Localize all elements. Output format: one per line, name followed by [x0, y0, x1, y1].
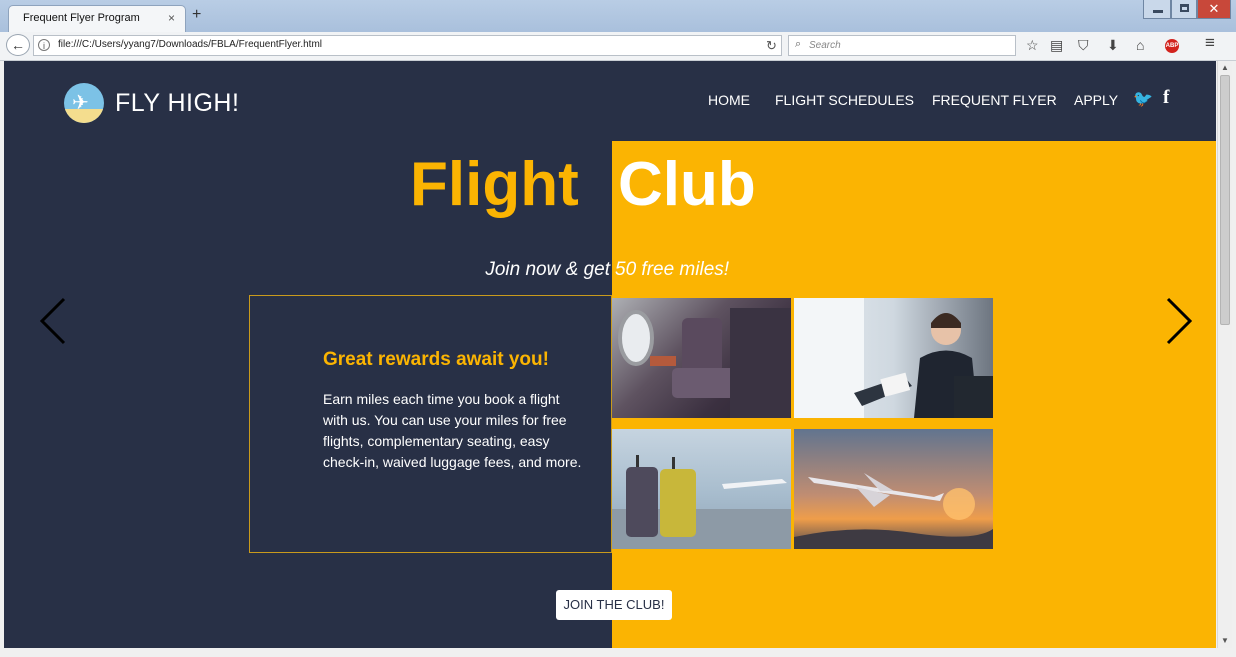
- carousel-next-button[interactable]: [1152, 293, 1204, 349]
- search-placeholder: Search: [809, 40, 841, 51]
- page-viewport: ✈ FLY HIGH! HOME FLIGHT SCHEDULES FREQUE…: [4, 61, 1216, 648]
- maximize-icon: [1180, 4, 1189, 12]
- hero-subtitle-left: Join now & get: [485, 259, 610, 280]
- home-icon[interactable]: ⌂: [1136, 37, 1144, 53]
- facebook-icon[interactable]: f: [1163, 87, 1169, 109]
- nav-apply[interactable]: APPLY: [1074, 92, 1118, 108]
- logo-icon[interactable]: ✈: [64, 83, 104, 123]
- reload-icon[interactable]: ↻: [766, 38, 777, 54]
- pocket-icon[interactable]: ⛉: [1078, 37, 1089, 53]
- reading-list-icon[interactable]: ▤: [1050, 37, 1063, 53]
- address-bar[interactable]: i file:///C:/Users/yyang7/Downloads/FBLA…: [33, 35, 782, 56]
- tab-close-icon[interactable]: ×: [168, 11, 175, 25]
- rewards-heading: Great rewards await you!: [323, 349, 549, 370]
- chevron-right-icon: [1166, 297, 1193, 345]
- rewards-info-box: Great rewards await you! Earn miles each…: [249, 295, 612, 553]
- adblock-icon[interactable]: ABP: [1165, 39, 1179, 53]
- url-text[interactable]: file:///C:/Users/yyang7/Downloads/FBLA/F…: [58, 39, 322, 50]
- join-club-button[interactable]: JOIN THE CLUB!: [556, 590, 672, 620]
- rewards-description: Earn miles each time you book a flight w…: [323, 391, 582, 470]
- page-scrollbar[interactable]: ▲ ▼: [1217, 61, 1232, 648]
- carousel-prev-button[interactable]: [28, 293, 80, 349]
- brand-name[interactable]: FLY HIGH!: [115, 89, 239, 118]
- scroll-up-icon[interactable]: ▲: [1221, 63, 1229, 72]
- scrollbar-thumb[interactable]: [1220, 75, 1230, 325]
- hero-subtitle-right: 50 free miles!: [615, 259, 730, 280]
- bookmark-star-icon[interactable]: ☆: [1026, 37, 1039, 53]
- twitter-icon[interactable]: 🐦: [1133, 89, 1153, 109]
- scroll-down-icon[interactable]: ▼: [1221, 636, 1229, 645]
- window-maximize-button[interactable]: [1171, 0, 1197, 19]
- photo-plane-sunset: [794, 429, 993, 549]
- site-info-icon[interactable]: i: [38, 39, 50, 51]
- window-minimize-button[interactable]: [1143, 0, 1171, 19]
- browser-navbar: ← i file:///C:/Users/yyang7/Downloads/FB…: [0, 32, 1236, 61]
- photo-flight-attendant: [794, 298, 993, 418]
- window-close-button[interactable]: ✕: [1197, 0, 1231, 19]
- browser-tab[interactable]: Frequent Flyer Program ×: [8, 5, 186, 32]
- new-tab-icon[interactable]: +: [192, 6, 201, 24]
- nav-frequent-flyer[interactable]: FREQUENT FLYER: [932, 92, 1057, 108]
- minimize-icon: [1153, 10, 1163, 13]
- nav-home[interactable]: HOME: [708, 92, 750, 108]
- hero-title-flight: Flight: [410, 150, 579, 219]
- photo-luggage: [612, 429, 791, 549]
- search-input[interactable]: ⌕ Search: [788, 35, 1016, 56]
- download-icon[interactable]: ⬇: [1107, 37, 1119, 53]
- photo-cabin-seat: [612, 298, 791, 418]
- search-icon: ⌕: [795, 38, 802, 50]
- chevron-left-icon: [39, 297, 66, 345]
- airplane-icon: ✈: [72, 92, 89, 114]
- menu-icon[interactable]: ≡: [1205, 34, 1215, 51]
- tab-title: Frequent Flyer Program: [23, 12, 140, 24]
- browser-titlebar: Frequent Flyer Program × + ✕: [0, 0, 1236, 32]
- nav-flight-schedules[interactable]: FLIGHT SCHEDULES: [775, 92, 914, 108]
- hero-title-club: Club: [618, 150, 756, 219]
- back-button[interactable]: ←: [6, 34, 30, 56]
